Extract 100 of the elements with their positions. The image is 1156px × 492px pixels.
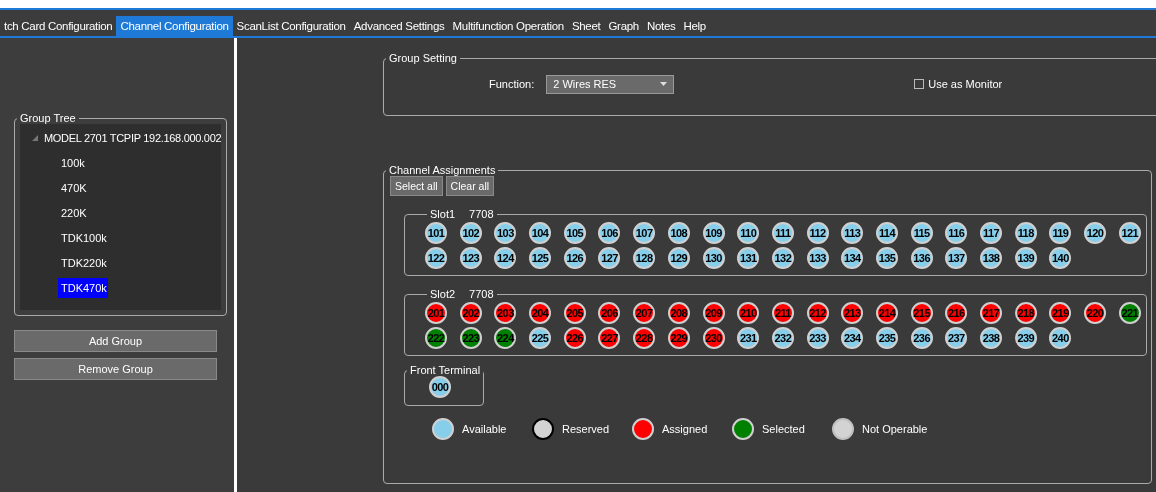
channel-button[interactable]: 229 xyxy=(667,327,690,349)
channel-button[interactable]: 131 xyxy=(737,247,760,269)
channel-button[interactable]: 103 xyxy=(494,222,517,244)
channel-button[interactable]: 116 xyxy=(945,222,968,244)
channel-button[interactable]: 123 xyxy=(459,247,482,269)
channel-button[interactable]: 236 xyxy=(910,327,933,349)
channel-button[interactable]: 138 xyxy=(980,247,1002,269)
channel-button[interactable]: 102 xyxy=(459,222,482,244)
channel-button[interactable]: 101 xyxy=(425,222,447,244)
channel-button[interactable]: 215 xyxy=(910,302,933,324)
channel-button[interactable]: 222 xyxy=(425,327,447,349)
channel-button[interactable]: 235 xyxy=(875,327,898,349)
channel-button[interactable]: 221 xyxy=(1118,302,1141,324)
channel-button[interactable]: 238 xyxy=(980,327,1002,349)
channel-button[interactable]: 108 xyxy=(667,222,690,244)
channel-button[interactable]: 240 xyxy=(1049,327,1072,349)
menu-tab[interactable]: tch Card Configuration xyxy=(0,16,117,36)
menu-tab[interactable]: Help xyxy=(679,16,710,36)
channel-button[interactable]: 126 xyxy=(563,247,586,269)
channel-button[interactable]: 113 xyxy=(841,222,864,244)
tree-item[interactable]: TDK100k xyxy=(58,228,110,248)
channel-button[interactable]: 202 xyxy=(459,302,482,324)
channel-button[interactable]: 209 xyxy=(702,302,725,324)
channel-button[interactable]: 224 xyxy=(494,327,517,349)
channel-button[interactable]: 206 xyxy=(598,302,621,324)
channel-button[interactable]: 233 xyxy=(806,327,829,349)
channel-button[interactable]: 106 xyxy=(598,222,621,244)
channel-button[interactable]: 204 xyxy=(529,302,552,324)
channel-button[interactable]: 133 xyxy=(806,247,829,269)
channel-button[interactable]: 105 xyxy=(563,222,586,244)
channel-button[interactable]: 225 xyxy=(529,327,552,349)
channel-button[interactable]: 205 xyxy=(563,302,586,324)
channel-button[interactable]: 219 xyxy=(1049,302,1072,324)
channel-button[interactable]: 104 xyxy=(529,222,552,244)
channel-button[interactable]: 125 xyxy=(529,247,552,269)
channel-button[interactable]: 129 xyxy=(667,247,690,269)
channel-button[interactable]: 231 xyxy=(737,327,760,349)
channel-button[interactable]: 115 xyxy=(910,222,933,244)
channel-button[interactable]: 139 xyxy=(1014,247,1037,269)
expander-icon[interactable] xyxy=(32,135,38,141)
channel-button[interactable]: 127 xyxy=(598,247,621,269)
channel-button[interactable]: 111 xyxy=(771,222,794,244)
channel-button[interactable]: 211 xyxy=(771,302,794,324)
tree-root-label[interactable]: MODEL 2701 TCPIP 192.168.000.002 xyxy=(44,132,222,144)
channel-button[interactable]: 217 xyxy=(980,302,1002,324)
tree-item[interactable]: TDK470k xyxy=(58,278,108,298)
menu-tab[interactable]: Notes xyxy=(642,16,680,36)
channel-button[interactable]: 223 xyxy=(459,327,482,349)
menu-tab[interactable]: Sheet xyxy=(567,16,605,36)
channel-button[interactable]: 212 xyxy=(806,302,829,324)
monitor-checkbox[interactable]: Use as Monitor xyxy=(914,78,1003,90)
channel-button[interactable]: 201 xyxy=(425,302,447,324)
tree-item[interactable]: 220K xyxy=(58,203,90,223)
channel-button[interactable]: 134 xyxy=(841,247,864,269)
channel-button[interactable]: 218 xyxy=(1014,302,1037,324)
channel-button[interactable]: 232 xyxy=(771,327,794,349)
channel-button[interactable]: 213 xyxy=(841,302,864,324)
channel-button[interactable]: 110 xyxy=(737,222,760,244)
channel-button[interactable]: 117 xyxy=(980,222,1002,244)
menu-tab[interactable]: Channel Configuration xyxy=(116,16,233,36)
tree-item[interactable]: 470K xyxy=(58,178,90,198)
tree-item[interactable]: TDK220k xyxy=(58,253,110,273)
group-button[interactable]: Remove Group xyxy=(14,358,217,380)
channel-button[interactable]: 140 xyxy=(1049,247,1072,269)
function-dropdown[interactable]: 2 Wires RES xyxy=(546,74,675,94)
channel-button[interactable]: 124 xyxy=(494,247,517,269)
menu-tab[interactable]: Graph xyxy=(604,16,643,36)
menu-tab[interactable]: Advanced Settings xyxy=(349,16,449,36)
channel-button[interactable]: 121 xyxy=(1118,222,1141,244)
channel-button[interactable]: 228 xyxy=(633,327,656,349)
selection-button[interactable]: Clear all xyxy=(445,176,495,196)
channel-button[interactable]: 107 xyxy=(633,222,656,244)
channel-button[interactable]: 230 xyxy=(702,327,725,349)
channel-button[interactable]: 208 xyxy=(667,302,690,324)
channel-button[interactable]: 237 xyxy=(945,327,968,349)
channel-button[interactable]: 227 xyxy=(598,327,621,349)
group-button[interactable]: Add Group xyxy=(14,330,217,352)
channel-button[interactable]: 214 xyxy=(875,302,898,324)
tree-item[interactable]: 100k xyxy=(58,153,88,173)
channel-button[interactable]: 109 xyxy=(702,222,725,244)
menu-tab[interactable]: ScanList Configuration xyxy=(232,16,350,36)
channel-button[interactable]: 112 xyxy=(806,222,829,244)
channel-button[interactable]: 137 xyxy=(945,247,968,269)
channel-button[interactable]: 132 xyxy=(771,247,794,269)
channel-button[interactable]: 136 xyxy=(910,247,933,269)
channel-button[interactable]: 216 xyxy=(945,302,968,324)
channel-button[interactable]: 119 xyxy=(1049,222,1072,244)
channel-button[interactable]: 234 xyxy=(841,327,864,349)
channel-button[interactable]: 122 xyxy=(425,247,447,269)
channel-button[interactable]: 210 xyxy=(737,302,760,324)
channel-button[interactable]: 220 xyxy=(1084,302,1107,324)
channel-button[interactable]: 207 xyxy=(633,302,656,324)
channel-button[interactable]: 130 xyxy=(702,247,725,269)
channel-button[interactable]: 118 xyxy=(1014,222,1037,244)
channel-button[interactable]: 128 xyxy=(633,247,656,269)
channel-button[interactable]: 000 xyxy=(429,376,451,398)
channel-button[interactable]: 239 xyxy=(1014,327,1037,349)
selection-button[interactable]: Select all xyxy=(390,176,443,196)
channel-button[interactable]: 226 xyxy=(563,327,586,349)
channel-button[interactable]: 203 xyxy=(494,302,517,324)
